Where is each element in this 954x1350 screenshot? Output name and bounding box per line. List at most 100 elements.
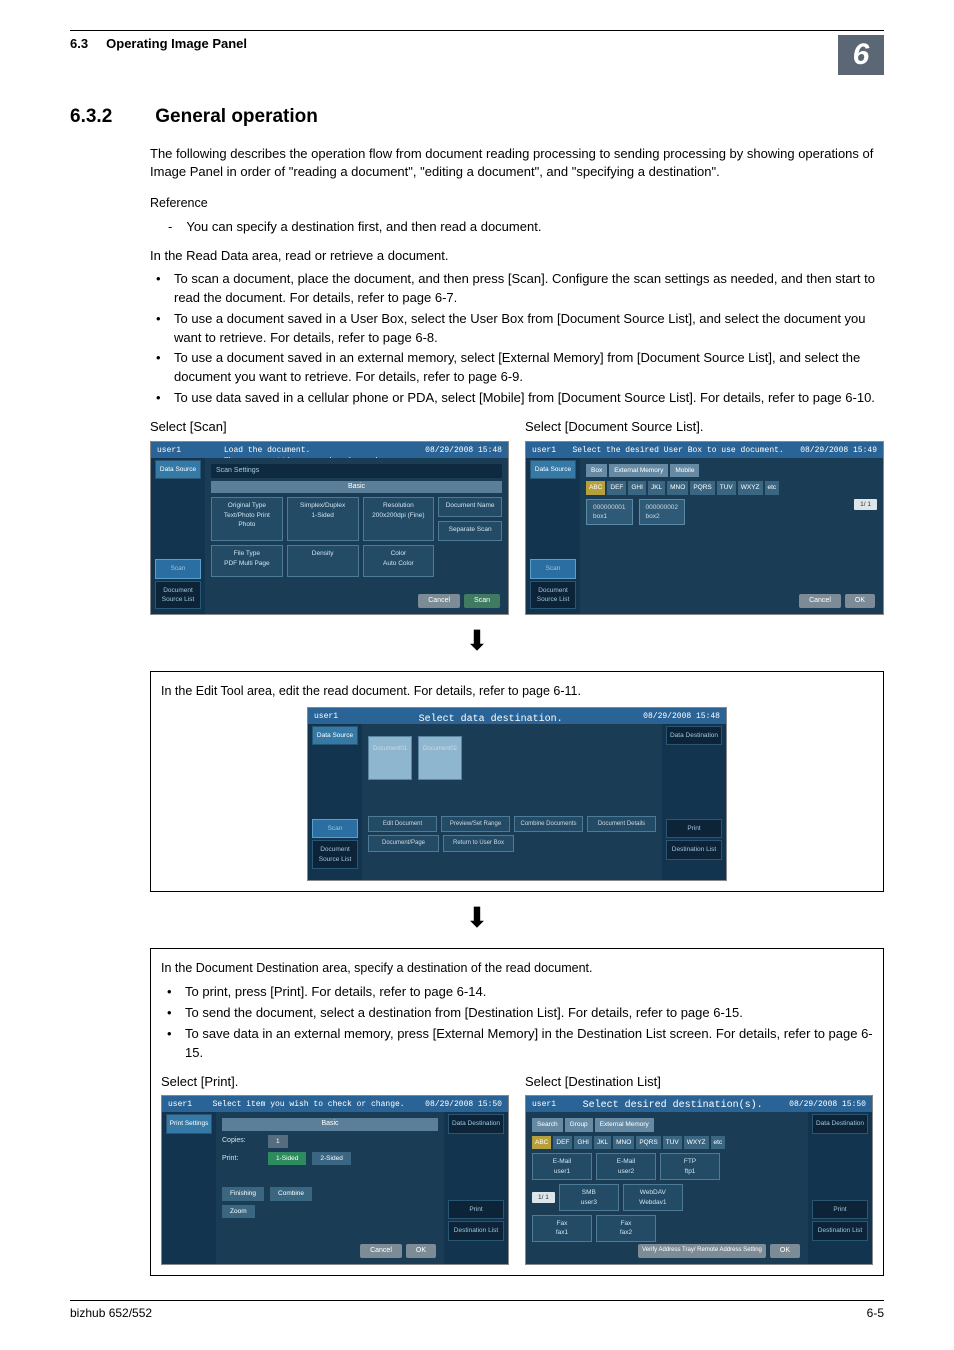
- alpha-tab[interactable]: JKL: [594, 1136, 611, 1149]
- dest-entry[interactable]: WebDAVWebdav1: [623, 1184, 683, 1211]
- tile-density[interactable]: Density: [287, 545, 359, 577]
- destination-list: To print, press [Print]. For details, re…: [161, 983, 873, 1062]
- subsection-heading: 6.3.2 General operation: [70, 103, 884, 131]
- user-box-item[interactable]: 000000002box2: [639, 499, 686, 526]
- dest-entry[interactable]: Faxfax1: [532, 1215, 592, 1242]
- alpha-tab[interactable]: WXYZ: [738, 481, 763, 494]
- alpha-tab[interactable]: DEF: [553, 1136, 572, 1149]
- alpha-tab[interactable]: TUV: [717, 481, 736, 494]
- sidebar-data-source[interactable]: Data Source: [530, 460, 576, 479]
- sidebar-document-source-list[interactable]: Document Source List: [530, 581, 576, 610]
- scan-settings-label: Scan Settings: [211, 464, 502, 478]
- ok-button[interactable]: OK: [406, 1244, 436, 1258]
- one-sided-button[interactable]: 1-Sided: [268, 1152, 306, 1165]
- alpha-tab[interactable]: etc: [765, 481, 780, 494]
- right-destination-list[interactable]: Destination List: [812, 1221, 868, 1240]
- right-data-destination[interactable]: Data Destination: [666, 726, 722, 745]
- alpha-tab[interactable]: PQRS: [636, 1136, 660, 1149]
- alpha-tab[interactable]: ABC: [586, 481, 605, 494]
- scan-button[interactable]: Scan: [464, 594, 500, 608]
- sidebar-document-source-list[interactable]: Document Source List: [155, 581, 201, 610]
- edit-step-text: In the Edit Tool area, edit the read doc…: [161, 682, 873, 700]
- zoom-button[interactable]: Zoom: [222, 1205, 255, 1218]
- tab-search[interactable]: Search: [532, 1118, 563, 1131]
- sidebar-scan-button[interactable]: Scan: [155, 559, 201, 578]
- arrow-down-icon: ⬇: [70, 898, 884, 939]
- right-print[interactable]: Print: [666, 819, 722, 838]
- destination-lead: In the Document Destination area, specif…: [161, 959, 873, 977]
- dest-entry[interactable]: FTPftp1: [660, 1153, 720, 1180]
- sidebar-data-source[interactable]: Data Source: [155, 460, 201, 479]
- alpha-tab[interactable]: WXYZ: [684, 1136, 709, 1149]
- right-data-destination[interactable]: Data Destination: [448, 1114, 504, 1133]
- screenshot-banner: Select the desired User Box to use docum…: [572, 445, 783, 457]
- alpha-tab[interactable]: MNO: [613, 1136, 634, 1149]
- tile-simplex-duplex[interactable]: Simplex/Duplex1-Sided: [287, 497, 359, 541]
- destination-step-frame: In the Document Destination area, specif…: [150, 948, 884, 1276]
- tab-box[interactable]: Box: [586, 464, 607, 477]
- dest-entry[interactable]: SMBuser3: [559, 1184, 619, 1211]
- document-thumb[interactable]: Document01: [368, 736, 412, 780]
- two-sided-button[interactable]: 2-Sided: [312, 1152, 350, 1165]
- alpha-tab[interactable]: PQRS: [690, 481, 714, 494]
- alpha-tab[interactable]: GHI: [574, 1136, 592, 1149]
- alpha-tab[interactable]: DEF: [607, 481, 626, 494]
- ok-button[interactable]: OK: [770, 1244, 800, 1258]
- tile-color[interactable]: ColorAuto Color: [363, 545, 435, 577]
- ok-button[interactable]: OK: [845, 594, 875, 608]
- right-destination-list[interactable]: Destination List: [666, 840, 722, 859]
- verify-address-button[interactable]: Verify Address Tray/ Remote Address Sett…: [638, 1244, 766, 1258]
- cancel-button[interactable]: Cancel: [418, 594, 460, 608]
- tool-document-page[interactable]: Document/Page: [368, 835, 439, 852]
- tool-edit-document[interactable]: Edit Document: [368, 816, 437, 833]
- tile-resolution[interactable]: Resolution200x200dpi (Fine): [363, 497, 435, 541]
- tile-separate-scan[interactable]: Separate Scan: [438, 521, 502, 541]
- tool-return[interactable]: Return to User Box: [443, 835, 514, 852]
- sidebar-document-source-list[interactable]: Document Source List: [312, 840, 358, 869]
- alpha-tab[interactable]: MNO: [667, 481, 688, 494]
- dest-entry[interactable]: Faxfax2: [596, 1215, 656, 1242]
- screenshot-print-settings: user1 Select item you wish to check or c…: [161, 1095, 509, 1265]
- tile-file-type[interactable]: File TypePDF Multi Page: [211, 545, 283, 577]
- copies-value[interactable]: 1: [268, 1135, 288, 1148]
- tile-original-type[interactable]: Original TypeText/Photo Print Photo: [211, 497, 283, 541]
- sidebar-scan-button[interactable]: Scan: [530, 559, 576, 578]
- tab-external-memory[interactable]: External Memory: [595, 1118, 654, 1131]
- dest-entry[interactable]: E-Mailuser1: [532, 1153, 592, 1180]
- dest-entry[interactable]: E-Mailuser2: [596, 1153, 656, 1180]
- alpha-tab[interactable]: JKL: [648, 481, 665, 494]
- caption-select-document-source: Select [Document Source List].: [525, 418, 884, 437]
- document-thumb[interactable]: Document02: [418, 736, 462, 780]
- sidebar-scan-button[interactable]: Scan: [312, 819, 358, 838]
- user-box-item[interactable]: 000000001box1: [586, 499, 633, 526]
- right-data-destination[interactable]: Data Destination: [812, 1114, 868, 1133]
- tool-details[interactable]: Document Details: [587, 816, 656, 833]
- basic-tab[interactable]: Basic: [211, 481, 502, 493]
- right-print[interactable]: Print: [448, 1200, 504, 1219]
- tab-external-memory[interactable]: External Memory: [609, 464, 668, 477]
- tile-document-name[interactable]: Document Name: [438, 497, 502, 517]
- sidebar-data-source[interactable]: Data Source: [312, 726, 358, 745]
- caption-select-destination-list: Select [Destination List]: [525, 1073, 873, 1092]
- screenshot-destination-list: user1 Select desired destination(s). 08/…: [525, 1095, 873, 1265]
- alpha-tab[interactable]: ABC: [532, 1136, 551, 1149]
- page-footer: bizhub 652/552 6-5: [70, 1300, 884, 1322]
- tool-preview[interactable]: Preview/Set Range: [441, 816, 510, 833]
- basic-tab[interactable]: Basic: [222, 1118, 438, 1130]
- finishing-button[interactable]: Finishing: [222, 1187, 264, 1200]
- alpha-tab[interactable]: TUV: [663, 1136, 682, 1149]
- right-print[interactable]: Print: [812, 1200, 868, 1219]
- alpha-tab[interactable]: GHI: [628, 481, 646, 494]
- alpha-tab[interactable]: etc: [711, 1136, 726, 1149]
- sidebar-print-settings[interactable]: Print Settings: [166, 1114, 212, 1133]
- combine-button[interactable]: Combine: [270, 1187, 312, 1200]
- copies-label: Copies:: [222, 1136, 262, 1146]
- section-number: 6.3: [70, 36, 88, 51]
- tab-mobile[interactable]: Mobile: [670, 464, 699, 477]
- screenshot-scan-settings: user1 Load the document. The scan settin…: [150, 441, 509, 615]
- tab-group[interactable]: Group: [565, 1118, 593, 1131]
- cancel-button[interactable]: Cancel: [799, 594, 841, 608]
- cancel-button[interactable]: Cancel: [360, 1244, 402, 1258]
- tool-combine[interactable]: Combine Documents: [514, 816, 583, 833]
- right-destination-list[interactable]: Destination List: [448, 1221, 504, 1240]
